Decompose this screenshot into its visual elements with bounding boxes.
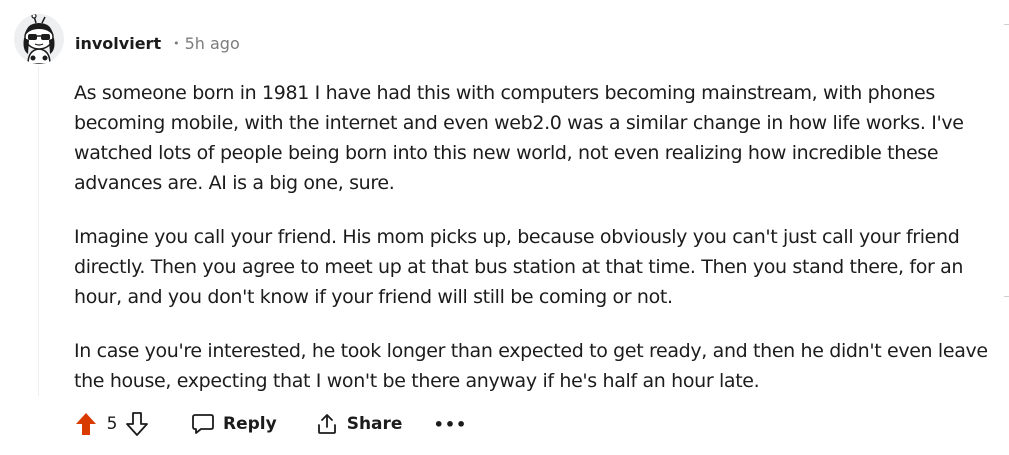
more-dots-icon: ••• — [433, 414, 468, 434]
thread-line[interactable] — [38, 66, 39, 396]
reply-button[interactable]: Reply — [183, 406, 285, 442]
vote-score: 5 — [106, 414, 118, 434]
scrollbar-tick — [1004, 296, 1009, 297]
comment-body: As someone born in 1981 I have had this … — [74, 78, 989, 420]
more-options-button[interactable]: ••• — [434, 406, 467, 442]
upvote-arrow-icon — [76, 413, 96, 435]
timestamp[interactable]: 5h ago — [185, 34, 240, 53]
comment-paragraph: In case you're interested, he took longe… — [74, 340, 988, 392]
share-icon — [317, 414, 336, 434]
speech-bubble-icon — [192, 414, 214, 434]
reply-label: Reply — [223, 414, 277, 434]
comment-paragraph: As someone born in 1981 I have had this … — [74, 82, 964, 194]
share-button[interactable]: Share — [307, 406, 411, 442]
snoo-sunglasses-avatar-icon — [23, 14, 55, 64]
upvote-button[interactable] — [70, 408, 102, 440]
username-link[interactable]: involviert — [75, 34, 161, 53]
share-label: Share — [346, 414, 403, 434]
scrollbar-tick — [1004, 24, 1009, 25]
meta-separator: • — [173, 36, 180, 50]
comment-paragraph: Imagine you call your friend. His mom pi… — [74, 226, 964, 308]
comment-meta: involviert • 5h ago — [75, 32, 240, 54]
downvote-button[interactable] — [121, 408, 153, 440]
comment-action-bar: 5 Reply Share ••• — [70, 404, 467, 444]
downvote-arrow-icon — [126, 412, 148, 436]
avatar[interactable] — [14, 14, 64, 64]
